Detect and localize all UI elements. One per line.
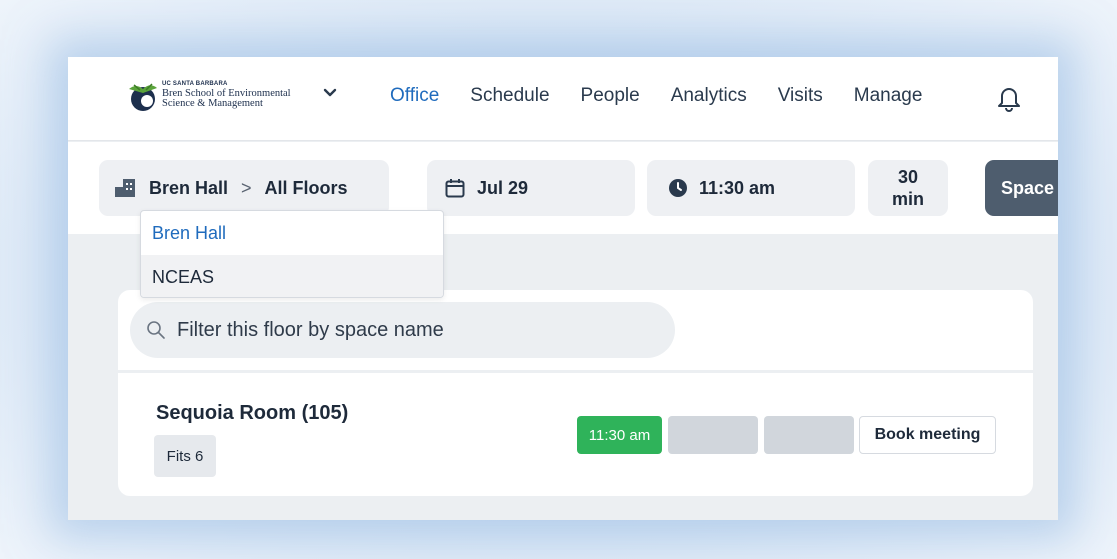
nav-office[interactable]: Office <box>390 85 439 107</box>
room-name[interactable]: Sequoia Room (105) <box>156 402 348 425</box>
date-selector[interactable]: Jul 29 <box>427 160 635 216</box>
divider <box>118 370 1033 373</box>
bell-icon[interactable] <box>996 84 1022 112</box>
time-slot[interactable] <box>764 416 854 454</box>
book-meeting-button[interactable]: Book meeting <box>859 416 996 454</box>
floor-search[interactable] <box>130 302 675 358</box>
nav-visits[interactable]: Visits <box>778 85 823 107</box>
time-slot-available[interactable]: 11:30 am <box>577 416 662 454</box>
space-button[interactable]: Space <box>985 160 1058 216</box>
org-logo[interactable]: UC SANTA BARBARA Bren School of Environm… <box>126 79 346 115</box>
dropdown-item-nceas[interactable]: NCEAS <box>141 255 443 297</box>
chevron-down-icon[interactable] <box>323 88 337 98</box>
date-value: Jul 29 <box>477 177 529 198</box>
logo-text: UC SANTA BARBARA Bren School of Environm… <box>162 79 291 109</box>
time-slot[interactable] <box>668 416 758 454</box>
nav-manage[interactable]: Manage <box>854 85 923 107</box>
dropdown-item-bren-hall[interactable]: Bren Hall <box>141 211 443 255</box>
nav-people[interactable]: People <box>581 85 640 107</box>
time-selector[interactable]: 11:30 am <box>647 160 855 216</box>
duration-unit: min <box>891 189 924 209</box>
app-window: UC SANTA BARBARA Bren School of Environm… <box>68 57 1058 520</box>
capacity-badge: Fits 6 <box>154 435 216 477</box>
building-icon <box>115 179 135 197</box>
bren-logo-icon <box>129 83 157 111</box>
nav-schedule[interactable]: Schedule <box>470 85 549 107</box>
search-input[interactable] <box>177 318 647 342</box>
building-label: Bren Hall <box>149 177 229 198</box>
nav-analytics[interactable]: Analytics <box>671 85 747 107</box>
breadcrumb-separator: > <box>241 177 252 198</box>
calendar-icon <box>445 179 465 198</box>
top-navigation: UC SANTA BARBARA Bren School of Environm… <box>68 57 1058 141</box>
building-dropdown: Bren Hall NCEAS <box>140 210 444 298</box>
logo-line-2: Science & Management <box>162 98 263 109</box>
duration-selector[interactable]: 30 min <box>868 160 948 216</box>
time-value: 11:30 am <box>699 177 776 198</box>
clock-icon <box>669 179 687 197</box>
building-selector[interactable]: Bren Hall > All Floors <box>99 160 389 216</box>
nav-links: Office Schedule People Analytics Visits … <box>390 85 953 107</box>
search-icon <box>147 321 165 339</box>
room-list-card: Sequoia Room (105) Fits 6 11:30 am Book … <box>118 290 1033 496</box>
duration-value: 30 <box>897 167 919 187</box>
floor-label[interactable]: All Floors <box>265 178 348 199</box>
